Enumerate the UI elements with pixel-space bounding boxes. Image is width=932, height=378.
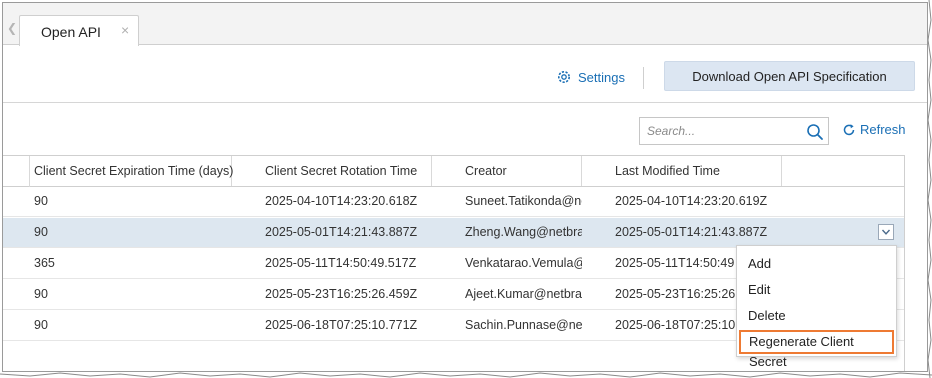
cell-rotation: 2025-06-18T07:25:10.771Z	[265, 318, 418, 332]
tab-label: Open API	[41, 24, 101, 40]
toolbar-divider	[643, 67, 644, 89]
cell-expiration: 90	[34, 225, 48, 239]
row-context-menu: Add Edit Delete Regenerate Client Secret	[736, 245, 897, 369]
section-divider	[3, 102, 927, 103]
cell-rotation: 2025-05-01T14:21:43.887Z	[265, 225, 418, 239]
settings-link[interactable]: Settings	[556, 66, 625, 88]
refresh-icon	[843, 123, 855, 135]
search-box[interactable]	[639, 117, 829, 145]
menu-item-add[interactable]: Add	[737, 252, 896, 276]
search-icon[interactable]	[806, 123, 824, 141]
table-header: Client Secret Expiration Time (days) Cli…	[3, 156, 904, 187]
column-header-actions	[782, 156, 904, 186]
cell-expiration: 365	[34, 256, 55, 270]
chevron-down-icon	[881, 229, 891, 235]
column-header-last-modified[interactable]: Last Modified Time	[582, 156, 782, 186]
cell-creator: Zheng.Wang@netbrain...	[465, 225, 582, 239]
menu-item-delete[interactable]: Delete	[737, 304, 896, 328]
refresh-label: Refresh	[860, 122, 906, 137]
cell-last-modified: 2025-04-10T14:23:20.619Z	[615, 194, 768, 208]
cell-rotation: 2025-05-23T16:25:26.459Z	[265, 287, 418, 301]
gear-icon	[558, 71, 570, 83]
cell-creator: Ajeet.Kumar@netbrain...	[465, 287, 582, 301]
close-icon[interactable]: ×	[121, 22, 129, 38]
cell-creator: Suneet.Tatikonda@net...	[465, 194, 582, 208]
torn-edge-bottom	[0, 372, 932, 378]
cell-creator: Sachin.Punnase@netbr...	[465, 318, 582, 332]
menu-item-regenerate-client-secret[interactable]: Regenerate Client Secret	[739, 330, 894, 369]
column-header-expiration[interactable]: Client Secret Expiration Time (days)	[3, 156, 233, 186]
cell-expiration: 90	[34, 194, 48, 208]
torn-edge-right	[928, 0, 932, 378]
tab-bar: ❮ Open API ×	[3, 3, 927, 46]
cell-expiration: 90	[34, 287, 48, 301]
refresh-button[interactable]: Refresh	[842, 122, 906, 137]
cell-expiration: 90	[34, 318, 48, 332]
settings-label: Settings	[578, 69, 625, 85]
tab-open-api[interactable]: Open API ×	[19, 15, 139, 46]
row-actions-dropdown[interactable]	[878, 224, 894, 240]
cell-rotation: 2025-04-10T14:23:20.618Z	[265, 194, 418, 208]
search-input[interactable]	[640, 118, 800, 144]
table-row-selected[interactable]: 90 2025-05-01T14:21:43.887Z Zheng.Wang@n…	[3, 218, 904, 248]
cell-rotation: 2025-05-11T14:50:49.517Z	[265, 256, 417, 270]
chevron-left-icon[interactable]: ❮	[7, 21, 17, 35]
column-header-creator[interactable]: Creator	[432, 156, 582, 186]
table-row[interactable]: 90 2025-04-10T14:23:20.618Z Suneet.Tatik…	[3, 187, 904, 217]
download-open-api-spec-button[interactable]: Download Open API Specification	[664, 61, 915, 91]
cell-creator: Venkatarao.Vemula@n...	[465, 256, 582, 270]
menu-item-edit[interactable]: Edit	[737, 278, 896, 302]
cell-last-modified: 2025-05-01T14:21:43.887Z	[615, 225, 768, 239]
column-header-rotation[interactable]: Client Secret Rotation Time	[232, 156, 432, 186]
open-api-panel: ❮ Open API × Settings Download Open API …	[2, 2, 928, 372]
